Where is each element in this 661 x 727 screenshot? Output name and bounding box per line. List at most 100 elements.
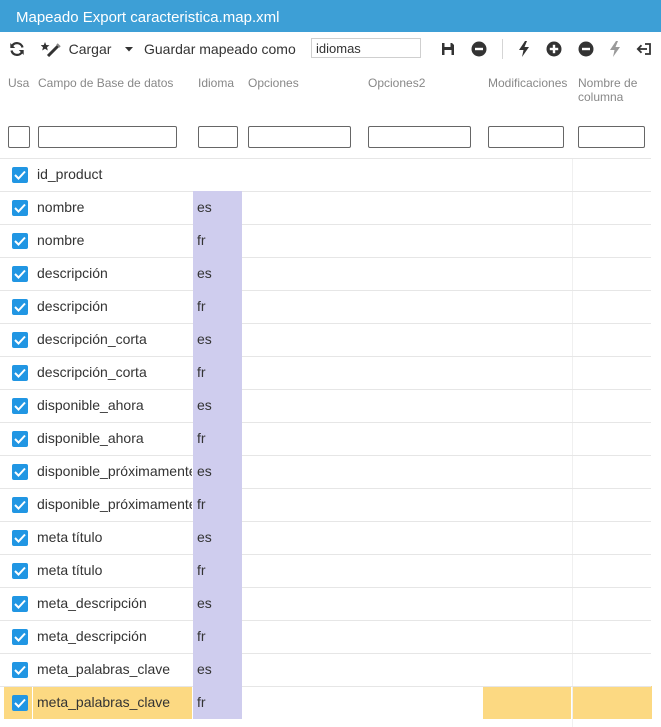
- language-cell[interactable]: fr: [193, 422, 242, 455]
- language-cell[interactable]: es: [193, 257, 242, 290]
- table-row[interactable]: descripción_corta es: [0, 323, 661, 356]
- use-checkbox[interactable]: [12, 167, 28, 183]
- field-name-cell[interactable]: descripción: [37, 257, 192, 290]
- language-cell[interactable]: fr: [193, 488, 242, 521]
- table-row[interactable]: meta_descripción fr: [0, 620, 661, 653]
- language-cell[interactable]: fr: [193, 356, 242, 389]
- field-name-cell[interactable]: disponible_próximamente: [37, 488, 192, 521]
- header-options2[interactable]: Opciones2: [368, 76, 425, 90]
- table-row[interactable]: nombre es: [0, 191, 661, 224]
- field-name-cell[interactable]: descripción_corta: [37, 323, 192, 356]
- use-checkbox[interactable]: [12, 497, 28, 513]
- table-row[interactable]: meta_palabras_clave es: [0, 653, 661, 686]
- field-name-cell[interactable]: meta_descripción: [37, 620, 192, 653]
- remove-row-button[interactable]: [575, 32, 597, 65]
- save-mapping-button[interactable]: [437, 32, 459, 65]
- load-dropdown[interactable]: [121, 32, 137, 65]
- language-cell[interactable]: es: [193, 653, 242, 686]
- use-checkbox[interactable]: [12, 530, 28, 546]
- use-checkbox[interactable]: [12, 266, 28, 282]
- filter-language[interactable]: [198, 126, 238, 148]
- table-row[interactable]: disponible_ahora fr: [0, 422, 661, 455]
- language-cell[interactable]: fr: [193, 620, 242, 653]
- table-row[interactable]: meta título es: [0, 521, 661, 554]
- filter-options2[interactable]: [368, 126, 471, 148]
- table-row[interactable]: descripción_corta fr: [0, 356, 661, 389]
- auto-map-disabled-button[interactable]: [605, 32, 625, 65]
- table-row[interactable]: id_product: [0, 158, 661, 191]
- table-row[interactable]: meta_palabras_clave fr: [0, 686, 661, 719]
- caret-down-icon: [125, 46, 133, 51]
- use-checkbox[interactable]: [12, 431, 28, 447]
- field-name-cell[interactable]: id_product: [37, 158, 192, 191]
- table-row[interactable]: descripción fr: [0, 290, 661, 323]
- language-cell[interactable]: es: [193, 521, 242, 554]
- table-row[interactable]: disponible_próximamente fr: [0, 488, 661, 521]
- filter-options[interactable]: [248, 126, 351, 148]
- table-row[interactable]: disponible_ahora es: [0, 389, 661, 422]
- table-row[interactable]: disponible_próximamente es: [0, 455, 661, 488]
- field-name-cell[interactable]: nombre: [37, 224, 192, 257]
- field-name-cell[interactable]: meta_palabras_clave: [37, 653, 192, 686]
- auto-map-button[interactable]: [514, 32, 534, 65]
- language-cell[interactable]: es: [193, 587, 242, 620]
- load-icon-wrap[interactable]: [40, 32, 64, 65]
- header-modifications[interactable]: Modificaciones: [488, 76, 567, 90]
- mapping-name-input[interactable]: [311, 38, 421, 58]
- checkmark-icon: [14, 533, 26, 543]
- refresh-button[interactable]: [6, 32, 28, 65]
- header-options[interactable]: Opciones: [248, 76, 299, 90]
- use-checkbox[interactable]: [12, 299, 28, 315]
- use-checkbox[interactable]: [12, 332, 28, 348]
- header-column-name[interactable]: Nombre de columna: [578, 76, 637, 104]
- table-row[interactable]: nombre fr: [0, 224, 661, 257]
- filter-column-name[interactable]: [578, 126, 645, 148]
- table-row[interactable]: meta_descripción es: [0, 587, 661, 620]
- table-row[interactable]: descripción es: [0, 257, 661, 290]
- use-checkbox[interactable]: [12, 365, 28, 381]
- language-cell[interactable]: es: [193, 455, 242, 488]
- language-cell[interactable]: fr: [193, 554, 242, 587]
- add-row-button[interactable]: [543, 32, 565, 65]
- use-checkbox[interactable]: [12, 398, 28, 414]
- use-checkbox[interactable]: [12, 596, 28, 612]
- checkmark-icon: [14, 269, 26, 279]
- language-cell[interactable]: es: [193, 389, 242, 422]
- field-name-cell[interactable]: disponible_próximamente: [37, 455, 192, 488]
- language-cell[interactable]: es: [193, 323, 242, 356]
- exit-button[interactable]: [633, 32, 655, 65]
- load-label: Cargar: [68, 40, 112, 57]
- use-checkbox[interactable]: [12, 662, 28, 678]
- load-button[interactable]: Cargar: [66, 32, 114, 65]
- use-checkbox[interactable]: [12, 695, 28, 711]
- field-name-cell[interactable]: nombre: [37, 191, 192, 224]
- modifications-cell[interactable]: [483, 686, 571, 719]
- field-name-cell[interactable]: descripción: [37, 290, 192, 323]
- use-checkbox[interactable]: [12, 563, 28, 579]
- use-checkbox[interactable]: [12, 200, 28, 216]
- language-cell[interactable]: es: [193, 191, 242, 224]
- language-cell[interactable]: fr: [193, 686, 242, 719]
- field-name-cell[interactable]: meta título: [37, 521, 192, 554]
- field-name-cell[interactable]: disponible_ahora: [37, 389, 192, 422]
- field-name-cell[interactable]: descripción_corta: [37, 356, 192, 389]
- delete-mapping-button[interactable]: [468, 32, 490, 65]
- language-cell[interactable]: fr: [193, 224, 242, 257]
- field-name-cell[interactable]: meta_palabras_clave: [37, 686, 192, 719]
- language-value: es: [197, 661, 212, 677]
- header-usa[interactable]: Usa: [8, 76, 29, 90]
- language-cell[interactable]: fr: [193, 290, 242, 323]
- filter-field[interactable]: [38, 126, 177, 148]
- column-name-cell[interactable]: [573, 686, 652, 719]
- filter-modifications[interactable]: [488, 126, 564, 148]
- field-name-cell[interactable]: disponible_ahora: [37, 422, 192, 455]
- field-name-cell[interactable]: meta_descripción: [37, 587, 192, 620]
- use-checkbox[interactable]: [12, 464, 28, 480]
- filter-usa[interactable]: [8, 126, 30, 148]
- use-checkbox[interactable]: [12, 233, 28, 249]
- header-field[interactable]: Campo de Base de datos: [38, 76, 173, 90]
- header-language[interactable]: Idioma: [198, 76, 234, 90]
- field-name-cell[interactable]: meta título: [37, 554, 192, 587]
- use-checkbox[interactable]: [12, 629, 28, 645]
- table-row[interactable]: meta título fr: [0, 554, 661, 587]
